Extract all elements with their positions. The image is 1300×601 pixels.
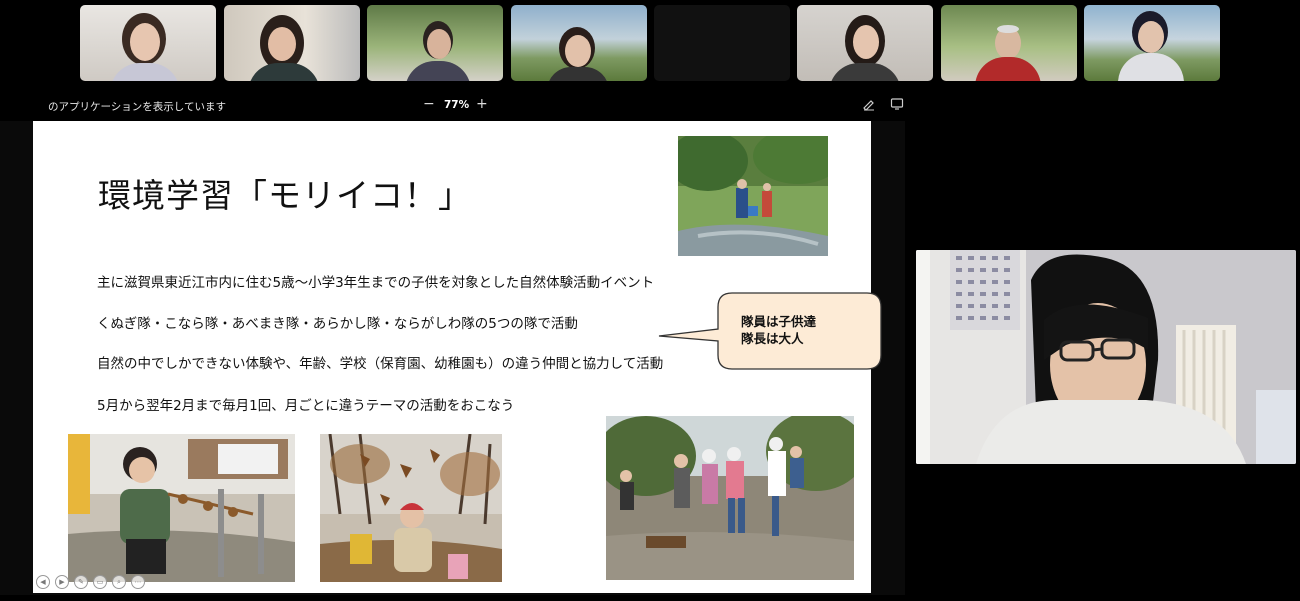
slide-next-button[interactable]: ▶	[55, 575, 69, 589]
callout-line-2: 隊長は大人	[741, 331, 804, 346]
sharing-status-text: のアプリケーションを表示しています	[48, 101, 226, 113]
zoom-in-button[interactable]: +	[476, 96, 488, 112]
slide-bullet-4: 5月から翌年2月まで毎月1回、月ごとに違うテーマの活動をおこなう	[97, 398, 515, 414]
slide-pen-button[interactable]: ✎	[74, 575, 88, 589]
zoom-level: 77%	[444, 99, 470, 111]
slide-bullet-1: 主に滋賀県東近江市内に住む5歳～小学3年生までの子供を対象とした自然体験活動イベ…	[97, 275, 655, 291]
active-speaker-video[interactable]	[916, 250, 1296, 464]
callout-text: 隊員は子供達 隊長は大人	[741, 313, 816, 347]
annotate-icon[interactable]	[862, 97, 876, 111]
participant-tile-8[interactable]	[1084, 5, 1220, 81]
photo-stream	[678, 136, 828, 256]
participant-tile-6[interactable]	[797, 5, 933, 81]
slide-title: 環境学習「モリイコ！」	[98, 176, 472, 215]
participant-tile-2[interactable]	[224, 5, 360, 81]
participant-tile-5[interactable]	[654, 5, 790, 81]
view-options-icon[interactable]	[890, 97, 904, 111]
slide-bullet-3: 自然の中でしかできない体験や、年齢、学校（保育園、幼稚園も）の違う仲間と協力して…	[97, 356, 664, 372]
slide-prev-button[interactable]: ◀	[36, 575, 50, 589]
callout-line-1: 隊員は子供達	[741, 314, 817, 329]
slide-zoom-button[interactable]: ⌕	[112, 575, 126, 589]
participant-tile-3[interactable]	[367, 5, 503, 81]
photo-autumn-leaves	[320, 434, 502, 582]
slide-more-button[interactable]: ⋯	[131, 575, 145, 589]
zoom-out-button[interactable]: −	[423, 96, 435, 112]
screen-share-toolbar: のアプリケーションを表示しています − 77% +	[0, 94, 910, 116]
presentation-slide: 環境学習「モリイコ！」 主に滋賀県東近江市内に住む5歳～小学3年生までの子供を対…	[33, 121, 882, 593]
slide-bullet-2: くぬぎ隊・こなら隊・あべまき隊・あらかし隊・ならがしわ隊の5つの隊で活動	[97, 316, 578, 332]
participant-tile-4[interactable]	[511, 5, 647, 81]
photo-wooden-toy	[68, 434, 295, 582]
slide-controls: ◀ ▶ ✎ ▭ ⌕ ⋯	[36, 575, 145, 589]
photo-group-activity	[606, 416, 854, 580]
slide-grid-button[interactable]: ▭	[93, 575, 107, 589]
participant-tile-1[interactable]	[80, 5, 216, 81]
participant-tile-7[interactable]	[941, 5, 1077, 81]
